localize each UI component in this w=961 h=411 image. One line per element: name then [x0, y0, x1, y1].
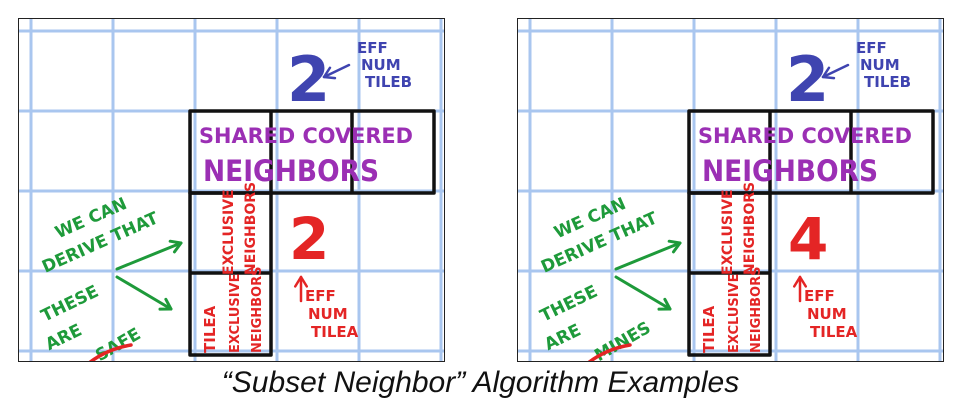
tile-b-label-line: EFF — [856, 39, 887, 57]
derive-text: WE CANDERIVE THAT — [39, 194, 162, 278]
exclusive-label-line: NEIGHBORS — [243, 182, 259, 275]
exclusive-label-line: EXCLUSIVE — [720, 189, 736, 275]
shared-covered-label: SHARED COVERED — [698, 124, 912, 148]
diagram-canvas: 2 EFFNUMTILEBSHARED COVEREDNEIGHBORSEXCLU… — [518, 19, 943, 361]
tile-a-number: 4 — [788, 205, 828, 273]
derive-line: THESE — [537, 282, 601, 327]
exclusive-neighbors-label: EXCLUSIVE NEIGHBORS — [221, 182, 259, 275]
tile-a-label-line: NUM — [807, 305, 847, 323]
tile-a-cell-text: TILEA — [700, 305, 718, 353]
tile-a-cell-text: TILEA — [201, 305, 219, 353]
tile-b-label-line: TILEB — [365, 73, 412, 91]
these-text: THESE — [38, 282, 102, 327]
exclusive-label-line: EXCLUSIVE — [727, 274, 742, 354]
tile-b-label-line: NUM — [860, 56, 900, 74]
tile-a-label-line: EFF — [305, 287, 336, 305]
example-panel-mines: 2 EFF NUM TILEB SHARED COVERED NEIGHBORS EXCLU… — [517, 18, 944, 362]
tile-a-exclusive-label: EXCLUSIVE NEIGHBORS — [228, 267, 265, 353]
tile-a-label-line: TILEA — [810, 323, 858, 341]
tile-a-label-line: EFF — [804, 287, 835, 305]
neighbors-label: NEIGHBORS — [203, 154, 379, 188]
these-text: THESE — [537, 282, 601, 327]
tile-a-exclusive-label: EXCLUSIVE NEIGHBORS — [727, 267, 764, 353]
exclusive-label-line: EXCLUSIVE — [221, 189, 237, 275]
tile-b-label-line: EFF — [357, 39, 388, 57]
green-arrow-up — [115, 239, 183, 271]
example-panel-safe: 2 EFF NUM TILEB SHARED COVERED NEIGHBORS EXCLU… — [18, 18, 445, 362]
green-arrow-down — [115, 275, 173, 311]
diagram-canvas: 2 EFFNUMTILEBSHARED COVEREDNEIGHBORSEXCLU… — [19, 19, 444, 361]
exclusive-neighbors-label: EXCLUSIVE NEIGHBORS — [720, 182, 758, 275]
green-arrow-down — [614, 275, 672, 311]
tile-a-number: 2 — [289, 205, 329, 273]
exclusive-label-line: NEIGHBORS — [742, 182, 758, 275]
derive-text: WE CANDERIVE THAT — [538, 194, 661, 278]
exclusive-label-line: NEIGHBORS — [749, 267, 764, 353]
exclusive-label-line: NEIGHBORS — [250, 267, 265, 353]
tile-a-label-line: NUM — [308, 305, 348, 323]
tile-b-number: 2 — [786, 43, 829, 116]
neighbors-label: NEIGHBORS — [702, 154, 878, 188]
tile-b-label-line: TILEB — [864, 73, 911, 91]
derive-line: THESE — [38, 282, 102, 327]
figure-caption: “Subset Neighbor” Algorithm Examples — [221, 366, 740, 399]
green-arrow-up — [614, 239, 682, 271]
tile-b-number: 2 — [287, 43, 330, 116]
tile-a-cell-label: TILEA — [700, 305, 718, 353]
exclusive-label-line: EXCLUSIVE — [228, 274, 243, 354]
shared-covered-label: SHARED COVERED — [199, 124, 413, 148]
tile-a-label-line: TILEA — [311, 323, 359, 341]
tile-b-label-line: NUM — [361, 56, 401, 74]
tile-a-cell-label: TILEA — [201, 305, 219, 353]
